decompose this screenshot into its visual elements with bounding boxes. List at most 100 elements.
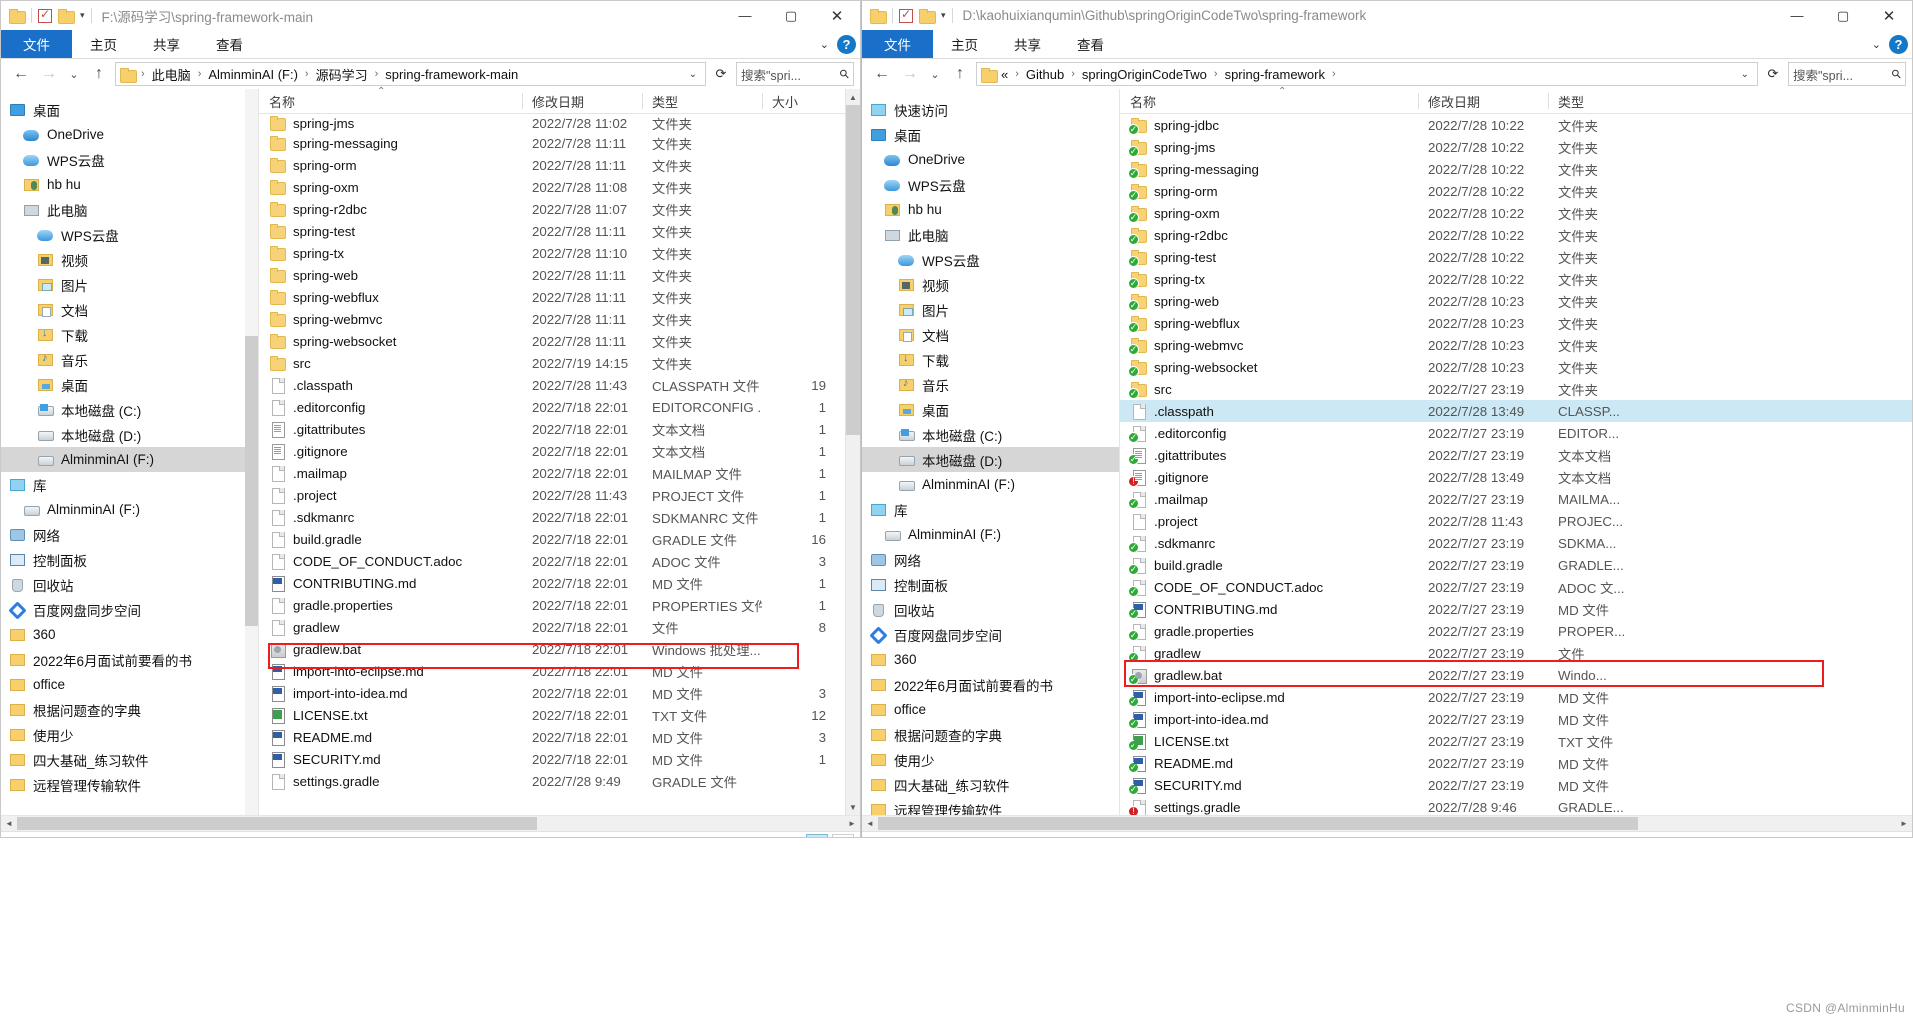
table-row[interactable]: ✓ SECURITY.md 2022/7/27 23:19 MD 文件 — [1120, 774, 1912, 796]
table-row[interactable]: ✓ spring-jms 2022/7/28 10:22 文件夹 — [1120, 136, 1912, 158]
new-folder-icon[interactable] — [58, 9, 75, 24]
right-horizontal-scrollbar[interactable]: ◄ ► — [862, 815, 1912, 831]
view-mode-buttons[interactable] — [806, 834, 854, 837]
nav-item-6[interactable]: 视频 — [1, 247, 258, 272]
scroll-right-icon[interactable]: ► — [1896, 819, 1912, 828]
nav-item-19[interactable]: 控制面板 — [862, 572, 1119, 597]
column-size[interactable]: 大小 — [762, 89, 832, 113]
scroll-left-icon[interactable]: ◄ — [862, 819, 878, 828]
table-row[interactable]: build.gradle 2022/7/18 22:01 GRADLE 文件 16 — [259, 528, 860, 550]
table-row[interactable]: .gitignore 2022/7/18 22:01 文本文档 1 — [259, 440, 860, 462]
table-row[interactable]: ✓ .sdkmanrc 2022/7/27 23:19 SDKMA... — [1120, 532, 1912, 554]
table-row[interactable]: ✓ gradlew.bat 2022/7/27 23:19 Windo... — [1120, 664, 1912, 686]
table-row[interactable]: .classpath 2022/7/28 13:49 CLASSP... — [1120, 400, 1912, 422]
back-button[interactable]: ← — [9, 62, 33, 86]
scroll-down-icon[interactable]: ▼ — [846, 799, 860, 815]
hscroll-track[interactable] — [17, 816, 844, 831]
nav-item-15[interactable]: 库 — [1, 472, 258, 497]
tab-home[interactable]: 主页 — [72, 30, 135, 58]
maximize-button[interactable]: ▢ — [768, 1, 814, 30]
column-name[interactable]: 名称 ⌃ — [1120, 86, 1418, 113]
recent-locations-icon[interactable]: ⌄ — [926, 62, 944, 86]
breadcrumb[interactable]: « › Github › springOriginCodeTwo › sprin… — [976, 62, 1758, 86]
breadcrumb-current[interactable]: spring-framework — [1223, 67, 1327, 82]
breadcrumb[interactable]: › 此电脑 › AlminminAI (F:) › 源码学习 › spring-… — [115, 62, 706, 86]
nav-item-0[interactable]: 桌面 — [1, 97, 258, 122]
table-row[interactable]: ✓ gradle.properties 2022/7/27 23:19 PROPER.… — [1120, 620, 1912, 642]
table-row[interactable]: ✓ gradlew 2022/7/27 23:19 文件 — [1120, 642, 1912, 664]
table-row[interactable]: .mailmap 2022/7/18 22:01 MAILMAP 文件 1 — [259, 462, 860, 484]
column-name[interactable]: 名称 ⌃ — [259, 86, 522, 113]
table-row[interactable]: ✓ spring-jdbc 2022/7/28 10:22 文件夹 — [1120, 114, 1912, 136]
tab-file[interactable]: 文件 — [1, 30, 72, 58]
nav-item-24[interactable]: 根据问题查的字典 — [1, 697, 258, 722]
nav-item-13[interactable]: 本地磁盘 (C:) — [862, 422, 1119, 447]
nav-item-9[interactable]: 下载 — [1, 322, 258, 347]
expand-ribbon-icon[interactable]: ⌄ — [1872, 38, 1881, 51]
nav-item-11[interactable]: 音乐 — [862, 372, 1119, 397]
column-date[interactable]: 修改日期 — [1418, 89, 1548, 113]
breadcrumb-dropdown-icon[interactable]: ⌄ — [1737, 69, 1753, 80]
tab-view[interactable]: 查看 — [1059, 30, 1122, 58]
nav-item-14[interactable]: AlminminAI (F:) — [1, 447, 258, 472]
forward-button[interactable]: → — [898, 62, 922, 86]
recent-locations-icon[interactable]: ⌄ — [65, 62, 83, 86]
nav-item-2[interactable]: OneDrive — [862, 147, 1119, 172]
table-row[interactable]: ✓ CODE_OF_CONDUCT.adoc 2022/7/27 23:19 ADOC… — [1120, 576, 1912, 598]
properties-icon[interactable] — [38, 7, 52, 23]
table-row[interactable]: import-into-eclipse.md 2022/7/18 22:01 MD … — [259, 660, 860, 682]
close-button[interactable]: ✕ — [1866, 1, 1912, 30]
breadcrumb-overflow[interactable]: « — [999, 67, 1010, 82]
nav-item-27[interactable]: 远程管理传输软件 — [1, 772, 258, 797]
large-icons-view-button[interactable] — [832, 834, 854, 837]
details-view-button[interactable] — [806, 834, 828, 837]
table-row[interactable]: spring-websocket 2022/7/28 11:11 文件夹 — [259, 330, 860, 352]
minimize-button[interactable]: — — [1774, 1, 1820, 30]
nav-item-18[interactable]: 网络 — [862, 547, 1119, 572]
new-folder-icon[interactable] — [919, 9, 936, 24]
search-input[interactable]: 搜索"spri... ⚲ — [736, 62, 854, 86]
table-row[interactable]: ✓ .mailmap 2022/7/27 23:19 MAILMA... — [1120, 488, 1912, 510]
table-row[interactable]: ✓ spring-orm 2022/7/28 10:22 文件夹 — [1120, 180, 1912, 202]
nav-item-24[interactable]: office — [862, 697, 1119, 722]
nav-item-21[interactable]: 百度网盘同步空间 — [862, 622, 1119, 647]
right-file-rows[interactable]: ✓ spring-jdbc 2022/7/28 10:22 文件夹 ✓ spring-jm… — [1120, 114, 1912, 815]
scroll-up-icon[interactable]: ▲ — [846, 89, 860, 105]
tab-home[interactable]: 主页 — [933, 30, 996, 58]
expand-ribbon-icon[interactable]: ⌄ — [820, 38, 829, 51]
nav-item-25[interactable]: 根据问题查的字典 — [862, 722, 1119, 747]
chevron-down-icon[interactable]: ▾ — [941, 10, 946, 21]
table-row[interactable]: spring-oxm 2022/7/28 11:08 文件夹 — [259, 176, 860, 198]
table-row[interactable]: .project 2022/7/28 11:43 PROJEC... — [1120, 510, 1912, 532]
tab-share[interactable]: 共享 — [996, 30, 1059, 58]
search-icon[interactable]: ⚲ — [837, 66, 853, 82]
left-column-headers[interactable]: 名称 ⌃ 修改日期 类型 大小 — [259, 86, 860, 114]
nav-item-15[interactable]: AlminminAI (F:) — [862, 472, 1119, 497]
refresh-button[interactable]: ⟳ — [1762, 62, 1784, 86]
table-row[interactable]: gradlew.bat 2022/7/18 22:01 Windows 批处理... — [259, 638, 860, 660]
table-row[interactable]: ✓ spring-messaging 2022/7/28 10:22 文件夹 — [1120, 158, 1912, 180]
nav-item-12[interactable]: 桌面 — [862, 397, 1119, 422]
table-row[interactable]: spring-webmvc 2022/7/28 11:11 文件夹 — [259, 308, 860, 330]
maximize-button[interactable]: ▢ — [1820, 1, 1866, 30]
column-type[interactable]: 类型 — [1548, 89, 1658, 113]
right-column-headers[interactable]: 名称 ⌃ 修改日期 类型 — [1120, 86, 1912, 114]
nav-item-22[interactable]: 360 — [862, 647, 1119, 672]
nav-item-22[interactable]: 2022年6月面试前要看的书 — [1, 647, 258, 672]
nav-item-17[interactable]: AlminminAI (F:) — [862, 522, 1119, 547]
table-row[interactable]: ✓ spring-oxm 2022/7/28 10:22 文件夹 — [1120, 202, 1912, 224]
table-row[interactable]: ✓ spring-webmvc 2022/7/28 10:23 文件夹 — [1120, 334, 1912, 356]
tab-share[interactable]: 共享 — [135, 30, 198, 58]
nav-item-16[interactable]: 库 — [862, 497, 1119, 522]
scroll-right-icon[interactable]: ► — [844, 819, 860, 828]
tab-file[interactable]: 文件 — [862, 30, 933, 58]
table-row[interactable]: ✓ spring-webflux 2022/7/28 10:23 文件夹 — [1120, 312, 1912, 334]
nav-item-5[interactable]: WPS云盘 — [1, 222, 258, 247]
nav-item-8[interactable]: 图片 — [862, 297, 1119, 322]
up-button[interactable]: ↑ — [948, 62, 972, 86]
table-row[interactable]: src 2022/7/19 14:15 文件夹 — [259, 352, 860, 374]
nav-item-28[interactable]: 远程管理传输软件 — [862, 797, 1119, 815]
nav-item-2[interactable]: WPS云盘 — [1, 147, 258, 172]
nav-item-26[interactable]: 四大基础_练习软件 — [1, 747, 258, 772]
refresh-button[interactable]: ⟳ — [710, 62, 732, 86]
